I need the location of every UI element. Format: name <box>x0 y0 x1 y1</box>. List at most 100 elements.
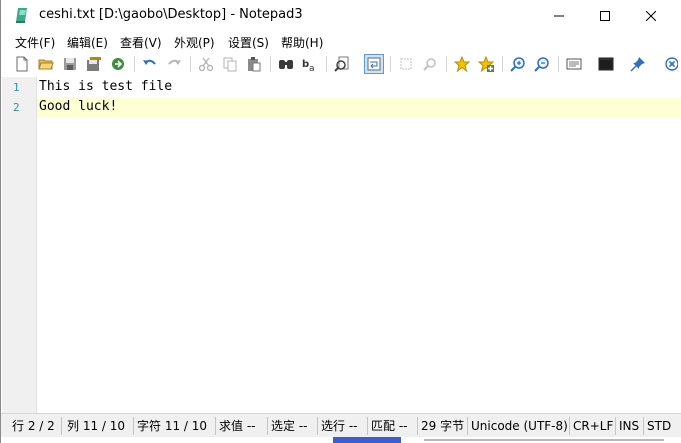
menu-settings[interactable]: 设置(S) <box>228 34 269 51</box>
menu-bar: 文件(F) 编辑(E) 查看(V) 外观(P) 设置(S) 帮助(H) <box>1 31 681 52</box>
toolbar-separator <box>270 56 271 72</box>
replace-button[interactable]: ba <box>300 54 320 74</box>
toolbar-separator <box>558 56 559 72</box>
console-button[interactable] <box>596 54 616 74</box>
zoom-in-button[interactable] <box>508 54 528 74</box>
editor-line[interactable]: Good luck! <box>39 99 117 114</box>
save-as-button[interactable] <box>84 54 104 74</box>
status-separator <box>615 417 616 435</box>
line-number: 2 <box>13 101 20 114</box>
status-separator <box>467 417 468 435</box>
bookmark-add-button[interactable] <box>476 54 496 74</box>
find-select-button[interactable] <box>420 54 440 74</box>
status-char[interactable]: 字符 11 / 10 <box>137 414 207 438</box>
toolbar-separator <box>134 56 135 72</box>
status-eol[interactable]: CR+LF <box>573 414 613 438</box>
title-bar[interactable]: ceshi.txt [D:\gaobo\Desktop] - Notepad3 <box>1 0 681 31</box>
redo-icon <box>168 59 181 65</box>
open-button[interactable] <box>36 54 56 74</box>
find-select-icon <box>423 58 436 71</box>
undo-button[interactable] <box>140 54 160 74</box>
status-insert-mode[interactable]: INS <box>619 414 639 438</box>
status-separator <box>61 417 62 435</box>
status-column[interactable]: 列 11 / 10 <box>67 414 125 438</box>
text-editor[interactable]: This is test file Good luck! <box>37 77 681 413</box>
maximize-button[interactable] <box>582 0 628 31</box>
undo-icon <box>143 59 156 65</box>
status-separator <box>215 417 216 435</box>
status-separator <box>133 417 134 435</box>
status-bar: 行 2 / 2 列 11 / 10 字符 11 / 10 求值 -- 选定 --… <box>1 413 681 438</box>
bookmark-add-icon <box>478 56 494 72</box>
close-file-icon <box>665 57 678 71</box>
toolbar-separator <box>390 56 391 72</box>
menu-view[interactable]: 查看(V) <box>120 34 162 51</box>
menu-edit[interactable]: 编辑(E) <box>67 34 108 51</box>
save-as-icon <box>87 57 101 71</box>
find-icon <box>279 60 293 69</box>
word-wrap-button[interactable] <box>364 54 384 74</box>
background-strip <box>1 437 681 443</box>
toolbar-separator <box>446 56 447 72</box>
status-selected-lines[interactable]: 选行 -- <box>321 414 357 438</box>
line-number: 1 <box>13 81 20 94</box>
menu-appearance[interactable]: 外观(P) <box>174 34 215 51</box>
cut-icon <box>198 57 214 72</box>
toolbar-separator <box>190 56 191 72</box>
notepad3-window: ceshi.txt [D:\gaobo\Desktop] - Notepad3 … <box>0 0 681 443</box>
window-title: ceshi.txt [D:\gaobo\Desktop] - Notepad3 <box>39 7 303 22</box>
status-row[interactable]: 行 2 / 2 <box>12 414 55 438</box>
status-sum[interactable]: 求值 -- <box>219 414 255 438</box>
copy-icon <box>223 57 237 72</box>
menu-file[interactable]: 文件(F) <box>15 34 55 51</box>
browse-icon <box>112 58 124 70</box>
cut-button[interactable] <box>196 54 216 74</box>
zoom-out-icon <box>534 57 549 72</box>
pin-icon <box>630 57 645 72</box>
toolbar: ba <box>1 52 681 78</box>
svg-text:a: a <box>309 64 315 72</box>
redo-button[interactable] <box>164 54 184 74</box>
status-bytes[interactable]: 29 字节 <box>421 414 464 438</box>
background-text <box>424 439 664 441</box>
browse-button[interactable] <box>108 54 128 74</box>
status-separator <box>317 417 318 435</box>
status-encoding[interactable]: Unicode (UTF-8) <box>471 414 568 438</box>
find-button[interactable] <box>276 54 296 74</box>
status-separator <box>367 417 368 435</box>
toolbar-separator <box>326 56 327 72</box>
new-file-button[interactable] <box>12 54 32 74</box>
zoom-out-button[interactable] <box>532 54 552 74</box>
editor-line[interactable]: This is test file <box>39 79 172 94</box>
menu-help[interactable]: 帮助(H) <box>281 34 323 51</box>
bookmark-button[interactable] <box>452 54 472 74</box>
new-file-icon <box>16 56 28 72</box>
open-folder-icon <box>38 59 54 70</box>
status-mode[interactable]: STD <box>647 414 671 438</box>
save-icon <box>64 58 76 70</box>
status-separator <box>643 417 644 435</box>
copy-button[interactable] <box>220 54 240 74</box>
select-button[interactable] <box>396 54 416 74</box>
status-separator <box>417 417 418 435</box>
status-separator <box>569 417 570 435</box>
status-match[interactable]: 匹配 -- <box>371 414 407 438</box>
line-number-gutter[interactable]: 1 2 <box>2 77 37 413</box>
pin-button[interactable] <box>628 54 648 74</box>
close-button[interactable] <box>628 0 674 31</box>
background-banner <box>333 437 401 443</box>
save-button[interactable] <box>60 54 80 74</box>
toolbar-separator <box>502 56 503 72</box>
goto-button[interactable] <box>332 54 352 74</box>
scheme-icon <box>566 58 582 70</box>
scheme-button[interactable] <box>564 54 584 74</box>
close-file-button[interactable] <box>660 54 680 74</box>
paste-button[interactable] <box>244 54 264 74</box>
goto-icon <box>334 56 349 72</box>
minimize-button[interactable] <box>536 0 582 31</box>
bookmark-icon <box>454 56 470 72</box>
paste-icon <box>248 57 261 72</box>
replace-icon: ba <box>302 59 315 72</box>
select-icon <box>400 58 412 70</box>
status-selection[interactable]: 选定 -- <box>271 414 307 438</box>
